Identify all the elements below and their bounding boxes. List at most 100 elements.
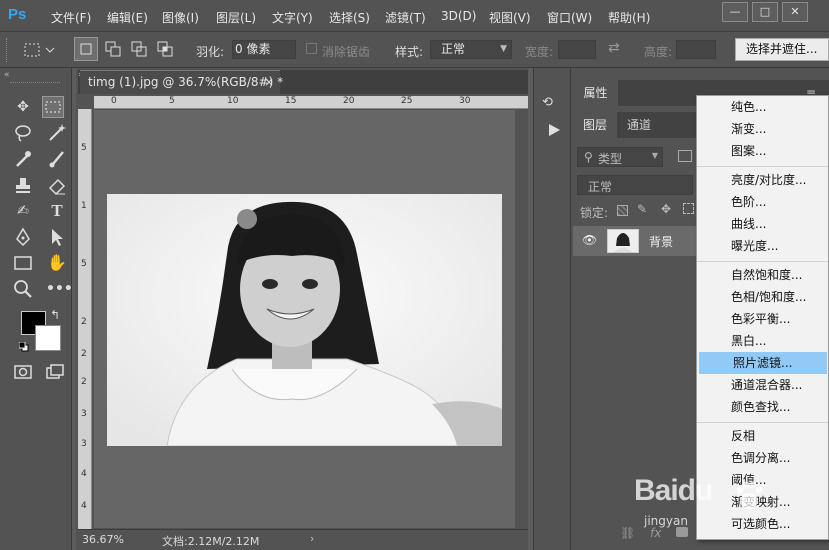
menu-select[interactable]: 选择(S) (329, 9, 370, 26)
menu-layer[interactable]: 图层(L) (216, 9, 256, 26)
menu-item-pattern[interactable]: 图案... (697, 140, 828, 162)
menu-window[interactable]: 窗口(W) (547, 9, 592, 26)
menu-item-hue-saturation[interactable]: 色相/饱和度... (697, 286, 828, 308)
brush-icon (49, 151, 64, 168)
crop-tool[interactable] (12, 148, 34, 170)
menu-item-exposure[interactable]: 曝光度... (697, 235, 828, 257)
tab-properties[interactable]: 属性 (573, 80, 618, 106)
tab-layers[interactable]: 图层 (573, 112, 617, 138)
blend-mode-select[interactable]: 正常 (577, 175, 693, 195)
close-button[interactable]: ✕ (782, 2, 808, 22)
lock-paint-icon[interactable]: ✎ (637, 202, 647, 216)
menu-item-solid-color[interactable]: 纯色... (697, 96, 828, 118)
menu-item-channel-mixer[interactable]: 通道混合器... (697, 374, 828, 396)
height-input[interactable] (676, 40, 716, 59)
menu-item-color-balance[interactable]: 色彩平衡... (697, 308, 828, 330)
rectangle-tool[interactable] (12, 252, 34, 274)
zoom-level[interactable]: 36.67% (82, 533, 124, 546)
menu-item-invert[interactable]: 反相 (697, 425, 828, 447)
close-tab-icon[interactable]: × (264, 71, 274, 93)
lock-artboard-icon[interactable] (683, 203, 694, 214)
ruler-tick-label: 2 (81, 317, 87, 327)
status-bar: 36.67% 文档:2.12M/2.12M › (78, 529, 528, 550)
ruler-tick-label: 3 (81, 409, 87, 419)
lock-move-icon[interactable]: ✥ (661, 202, 671, 216)
document-image[interactable] (107, 194, 502, 446)
pen-icon (16, 227, 30, 247)
eraser-tool[interactable] (46, 174, 68, 196)
new-selection-button[interactable] (74, 37, 98, 61)
vertical-ruler: 5 1 5 2 2 2 3 3 4 4 (78, 109, 92, 529)
subtract-selection-button[interactable] (128, 38, 150, 60)
chevron-down-icon: ▼ (500, 44, 507, 54)
menu-item-vibrance[interactable]: 自然饱和度... (697, 264, 828, 286)
marquee-preset-picker[interactable] (22, 40, 58, 60)
move-tool[interactable]: ✥ (12, 96, 34, 118)
menu-separator (697, 422, 828, 423)
width-input[interactable] (558, 40, 596, 59)
menu-item-brightness-contrast[interactable]: 亮度/对比度... (697, 169, 828, 191)
marquee-tool[interactable] (42, 96, 64, 118)
lock-transparent-icon[interactable] (617, 205, 628, 216)
toolbar-grip[interactable] (10, 82, 60, 85)
restore-button[interactable]: □ (752, 2, 778, 22)
add-selection-button[interactable] (102, 38, 124, 60)
menu-file[interactable]: 文件(F) (51, 9, 91, 26)
screen-mode-icon (46, 364, 64, 379)
actions-panel-button[interactable] (546, 122, 564, 140)
select-and-mask-button[interactable]: 选择并遮住... (735, 38, 829, 61)
image-filter-icon[interactable] (678, 150, 692, 162)
status-arrow-icon[interactable]: › (310, 532, 314, 545)
path-select-tool[interactable] (46, 226, 68, 248)
menu-item-levels[interactable]: 色阶... (697, 191, 828, 213)
menu-item-photo-filter[interactable]: 照片滤镜... (699, 352, 827, 374)
brush-tool[interactable] (46, 148, 68, 170)
menu-item-black-white[interactable]: 黑白... (697, 330, 828, 352)
menu-type[interactable]: 文字(Y) (272, 9, 313, 26)
swap-arrows-icon[interactable]: ⇄ (608, 40, 626, 58)
type-tool[interactable]: T (46, 200, 68, 222)
ruler-tick-label: 20 (343, 96, 355, 106)
menu-edit[interactable]: 编辑(E) (107, 9, 148, 26)
magic-wand-tool[interactable] (46, 122, 68, 144)
menu-3d[interactable]: 3D(D) (441, 9, 476, 23)
screen-mode-button[interactable] (44, 361, 66, 383)
menu-help[interactable]: 帮助(H) (608, 9, 650, 26)
collapse-arrows-icon[interactable]: « (4, 70, 10, 80)
layer-filter-select[interactable]: ⚲ 类型 ▼ (577, 147, 663, 167)
feather-input[interactable]: 0 像素 (232, 40, 296, 59)
menu-filter[interactable]: 滤镜(T) (385, 9, 426, 26)
menu-item-posterize[interactable]: 色调分离... (697, 447, 828, 469)
style-select[interactable]: 正常 ▼ (430, 40, 512, 59)
pen-tool[interactable] (12, 226, 34, 248)
intersect-selection-button[interactable] (154, 38, 176, 60)
quick-mask-button[interactable] (12, 361, 34, 383)
move-icon: ✥ (17, 99, 29, 115)
default-colors-icon[interactable] (18, 341, 29, 352)
menu-item-gradient[interactable]: 渐变... (697, 118, 828, 140)
layer-thumbnail (607, 229, 639, 253)
menu-item-color-lookup[interactable]: 颜色查找... (697, 396, 828, 418)
zoom-tool[interactable] (12, 278, 34, 300)
minimize-button[interactable]: — (722, 2, 748, 22)
more-tools-button[interactable]: ••• (46, 278, 73, 300)
grip-handle[interactable] (6, 38, 9, 62)
tab-channels[interactable]: 通道 (619, 112, 659, 138)
background-color-swatch[interactable] (35, 325, 61, 351)
antialias-checkbox[interactable] (306, 43, 317, 54)
hand-tool[interactable]: ✋ (46, 252, 68, 274)
horizontal-ruler: 0 5 10 15 20 25 30 (94, 96, 528, 109)
lasso-tool[interactable] (12, 122, 34, 144)
smudge-tool[interactable]: ✍ (12, 200, 34, 222)
layer-row-background[interactable]: 👁 背景 (573, 226, 696, 256)
visibility-eye-icon[interactable]: 👁 (582, 233, 597, 247)
history-panel-button[interactable]: ⟲ (542, 95, 564, 115)
swap-colors-icon[interactable]: ↰ (50, 308, 60, 322)
link-layers-icon[interactable]: ⛓ (620, 526, 635, 540)
menu-image[interactable]: 图像(I) (162, 9, 199, 26)
ruler-tick-label: 3 (81, 439, 87, 449)
menu-view[interactable]: 视图(V) (489, 9, 531, 26)
stamp-tool[interactable] (12, 174, 34, 196)
menu-item-curves[interactable]: 曲线... (697, 213, 828, 235)
document-tab[interactable]: timg (1).jpg @ 36.7%(RGB/8#) * × (80, 70, 283, 94)
